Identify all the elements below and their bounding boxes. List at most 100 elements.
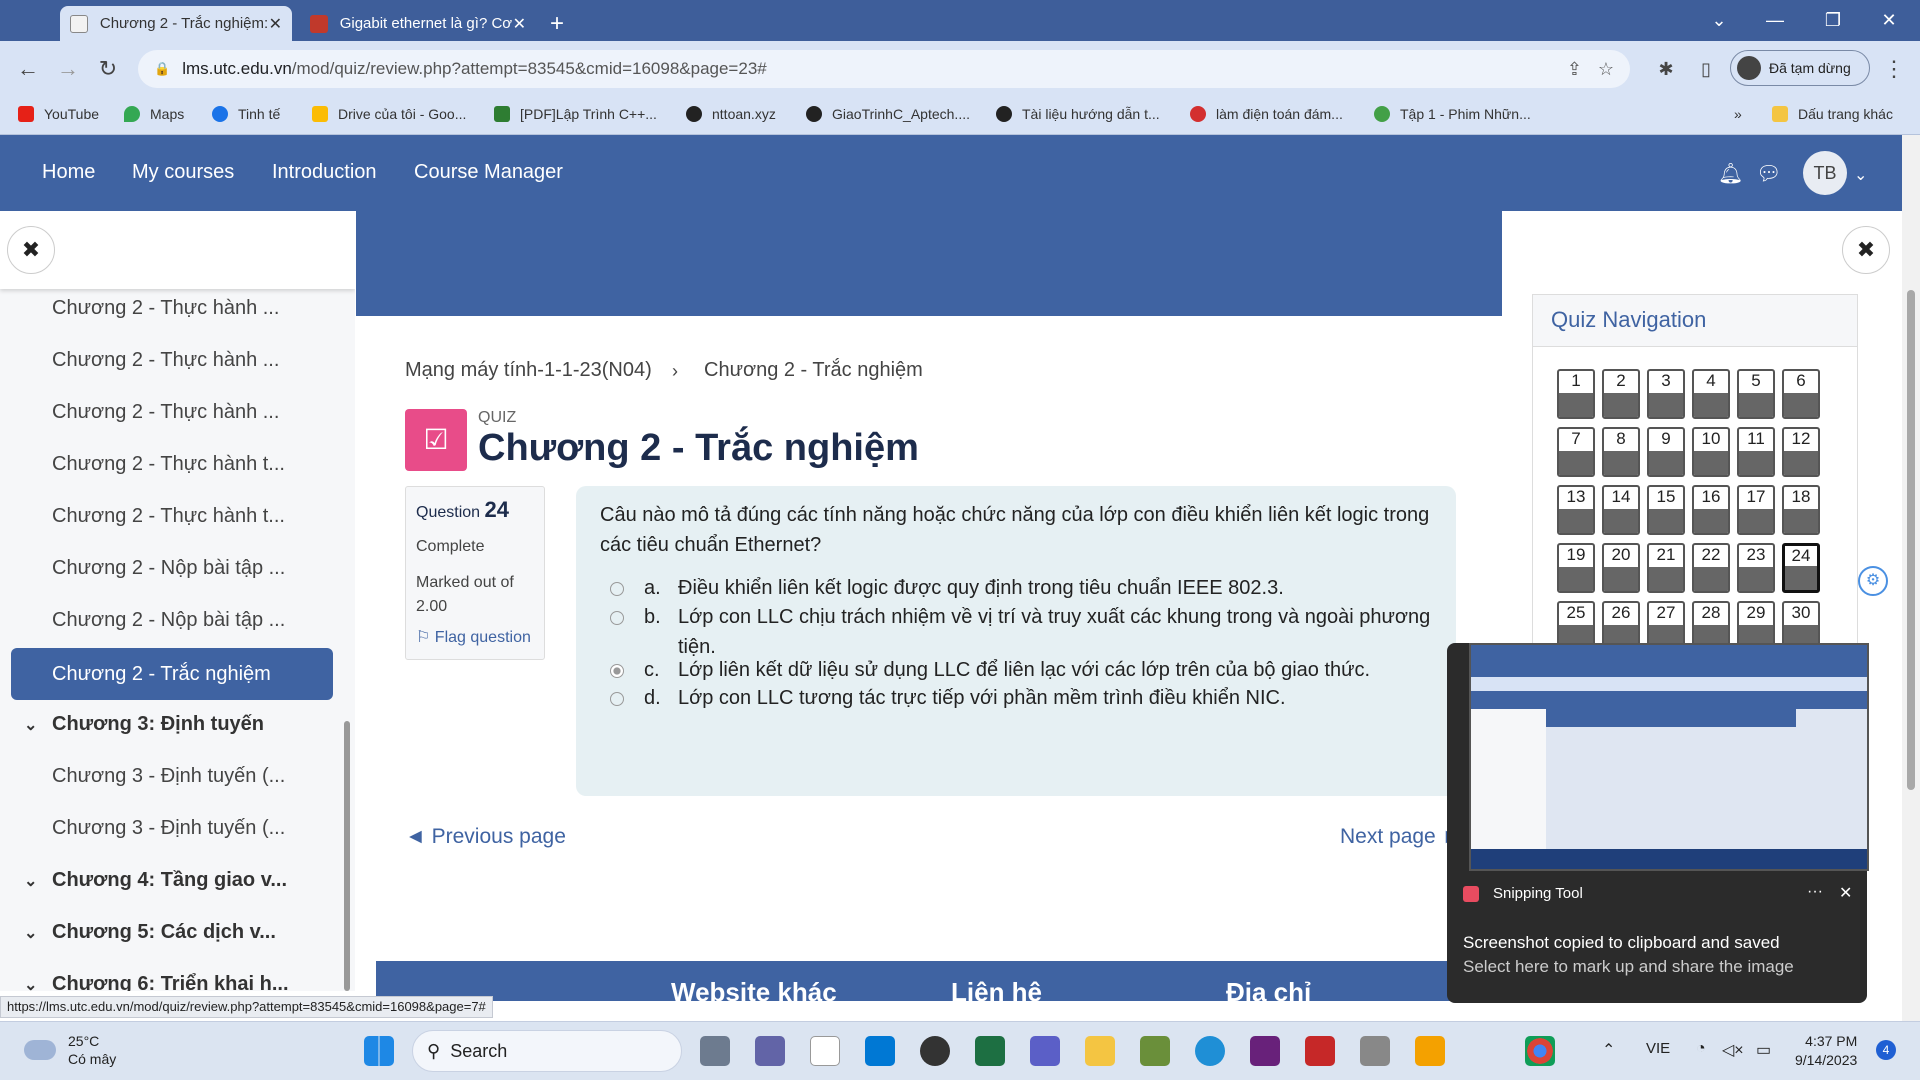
quiz-nav-button[interactable]: 9 [1647,427,1685,477]
back-button[interactable]: ← [14,55,42,83]
page-scrollbar[interactable] [1902,135,1920,1021]
nav-my-courses[interactable]: My courses [132,161,234,184]
next-page-link[interactable]: Next page ► [1340,825,1462,849]
new-tab-button[interactable]: + [540,6,574,41]
answer-option-d[interactable]: d. Lớp con LLC tương tác trực tiếp với ph… [610,683,1448,713]
course-index-item[interactable]: Chương 2 - Thực hành t... [52,505,285,528]
quiz-nav-button[interactable]: 23 [1737,543,1775,593]
edge-icon[interactable] [1195,1036,1225,1066]
taskbar-search[interactable]: ⚲ Search [412,1030,682,1072]
other-bookmarks[interactable]: Dấu trang khác [1772,106,1893,122]
chevron-down-icon[interactable]: ⌄ [24,975,52,991]
close-window-button[interactable]: ✕ [1866,0,1912,41]
quiz-nav-button[interactable]: 13 [1557,485,1595,535]
user-menu-chevron-icon[interactable]: ⌄ [1854,165,1867,185]
bookmark-youtube[interactable]: YouTube [18,106,99,122]
quiz-nav-button[interactable]: 4 [1692,369,1730,419]
course-section-3[interactable]: ⌄ Chương 3: Định tuyến [24,713,264,736]
quiz-nav-button[interactable]: 1 [1557,369,1595,419]
volume-icon[interactable]: ◁× [1722,1040,1744,1060]
nav-introduction[interactable]: Introduction [272,161,377,184]
bookmark-tailieu[interactable]: Tài liệu hướng dẫn t... [996,106,1160,122]
messages-icon[interactable]: 💬︎ [1756,161,1781,186]
radio-button[interactable] [610,611,624,625]
close-tab-icon[interactable]: ✕ [513,14,526,34]
close-notification-icon[interactable]: ✕ [1839,883,1852,903]
bookmark-tinhte[interactable]: Tinh tế [212,106,280,122]
bookmarks-overflow-button[interactable]: » [1734,106,1742,122]
bookmark-phim[interactable]: Tập 1 - Phim Nhữn... [1374,106,1531,122]
quiz-nav-button[interactable]: 19 [1557,543,1595,593]
course-index-item[interactable]: Chương 3 - Định tuyến (... [52,817,285,840]
course-index-item[interactable]: Chương 3 - Định tuyến (... [52,765,285,788]
quiz-nav-button[interactable]: 18 [1782,485,1820,535]
app-icon[interactable] [1305,1036,1335,1066]
tools-icon[interactable] [1360,1036,1390,1066]
task-view-icon[interactable] [700,1036,730,1066]
chevron-down-icon[interactable]: ⌄ [24,715,52,735]
bookmark-giaotrinhc[interactable]: GiaoTrinhC_Aptech.... [806,106,970,122]
bookmark-maps[interactable]: Maps [124,106,184,122]
quiz-nav-button[interactable]: 10 [1692,427,1730,477]
visual-studio-icon[interactable] [1250,1036,1280,1066]
quiz-nav-button[interactable]: 14 [1602,485,1640,535]
quiz-nav-button[interactable]: 6 [1782,369,1820,419]
bookmark-dientoan[interactable]: làm điện toán đám... [1190,106,1343,122]
quiz-nav-button[interactable]: 2 [1602,369,1640,419]
course-section-6[interactable]: ⌄ Chương 6: Triển khai h... [24,973,289,991]
chevron-down-icon[interactable]: ⌄ [24,871,52,891]
radio-button-selected[interactable] [610,664,624,678]
wifi-icon[interactable]: ◔ [1696,1040,1706,1058]
answer-option-b[interactable]: b. Lớp con LLC chịu trách nhiệm về vị trí… [610,602,1448,662]
extensions-icon[interactable]: ✱ [1652,55,1680,83]
input-language[interactable]: VIE [1646,1040,1670,1057]
nav-course-manager[interactable]: Course Manager [414,161,563,184]
assistant-icon[interactable]: ⚙ [1858,566,1888,596]
start-windows-icon[interactable] [364,1036,394,1066]
quiz-nav-button[interactable]: 8 [1602,427,1640,477]
quiz-nav-button[interactable]: 15 [1647,485,1685,535]
course-index-item[interactable]: Chương 2 - Thực hành ... [52,401,279,424]
snipping-tool-notification[interactable]: Snipping Tool ··· ✕ Screenshot copied to… [1447,643,1869,1003]
breadcrumb-course[interactable]: Mạng máy tính-1-1-23(N04) [405,359,652,382]
notification-count-badge[interactable]: 4 [1876,1040,1896,1060]
close-drawer-button[interactable]: ✖ [7,226,55,274]
breadcrumb-activity[interactable]: Chương 2 - Trắc nghiệm [704,359,923,382]
app-icon[interactable] [1140,1036,1170,1066]
quiz-nav-button[interactable]: 3 [1647,369,1685,419]
bookmark-nttoan[interactable]: nttoan.xyz [686,106,776,122]
quiz-nav-button[interactable]: 21 [1647,543,1685,593]
user-avatar[interactable]: TB [1803,151,1847,195]
radio-button[interactable] [610,692,624,706]
quiz-nav-button[interactable]: 5 [1737,369,1775,419]
lock-icon[interactable]: 🔒 [154,61,170,77]
weather-widget[interactable]: 25°C Có mây [24,1032,116,1068]
quiz-nav-button[interactable]: 17 [1737,485,1775,535]
quiz-nav-button-current[interactable]: 24 [1782,543,1820,593]
tab-gigabit-ethernet[interactable]: Gigabit ethernet là gì? Cơ chế hoạ ✕ [300,6,536,41]
quiz-nav-button[interactable]: 20 [1602,543,1640,593]
close-right-drawer-button[interactable]: ✖ [1842,226,1890,274]
answer-option-a[interactable]: a. Điều khiển liên kết logic được quy địn… [610,573,1448,603]
tab-quiz-attempt[interactable]: Chương 2 - Trắc nghiệm: Attemp ✕ [60,6,292,41]
reload-button[interactable]: ↻ [94,55,122,83]
bookmark-drive[interactable]: Drive của tôi - Goo... [312,106,466,122]
course-index-item[interactable]: Chương 2 - Thực hành ... [52,297,279,320]
quiz-nav-button[interactable]: 11 [1737,427,1775,477]
quiz-nav-button[interactable]: 22 [1692,543,1730,593]
bookmark-pdf-cpp[interactable]: [PDF]Lập Trình C++... [494,106,657,122]
maximize-button[interactable]: ❐ [1810,0,1856,41]
sublime-text-icon[interactable] [1415,1036,1445,1066]
profile-button[interactable]: Đã tạm dừng [1730,50,1870,86]
course-index-item-active[interactable]: Chương 2 - Trắc nghiệm [11,648,333,700]
tab-search-icon[interactable]: ⌄ [1696,0,1742,41]
scrollbar-thumb[interactable] [1907,290,1915,790]
forward-button[interactable]: → [54,55,82,83]
notifications-bell-icon[interactable]: 🔔︎ [1718,161,1743,186]
quiz-nav-button[interactable]: 12 [1782,427,1820,477]
chevron-down-icon[interactable]: ⌄ [24,923,52,943]
tray-overflow-icon[interactable]: ⌃ [1602,1040,1615,1060]
battery-icon[interactable]: ▭ [1756,1040,1771,1060]
store-icon[interactable] [865,1036,895,1066]
teams-icon[interactable] [1030,1036,1060,1066]
